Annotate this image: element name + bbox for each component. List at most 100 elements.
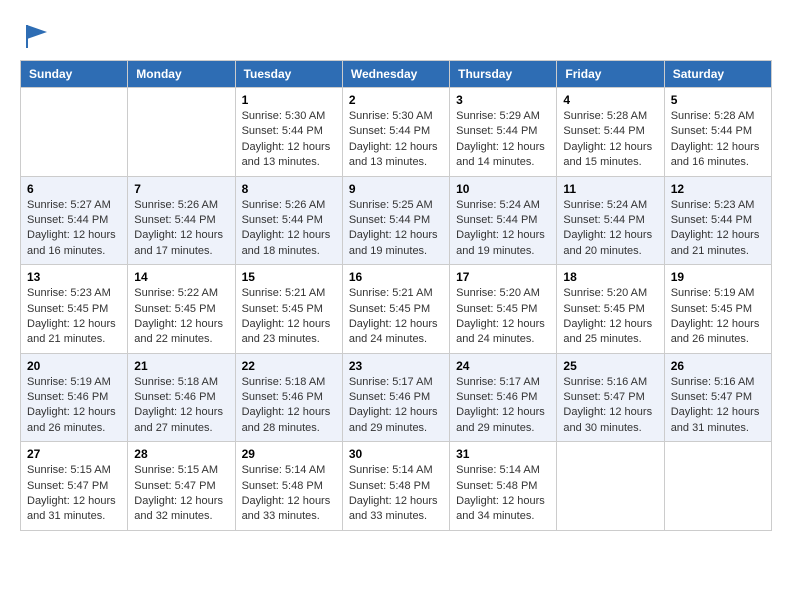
day-number: 8 bbox=[242, 182, 336, 196]
day-number: 12 bbox=[671, 182, 765, 196]
calendar-cell: 7 Sunrise: 5:26 AMSunset: 5:44 PMDaylight… bbox=[128, 176, 235, 265]
calendar-cell: 6 Sunrise: 5:27 AMSunset: 5:44 PMDaylight… bbox=[21, 176, 128, 265]
calendar-cell: 14 Sunrise: 5:22 AMSunset: 5:45 PMDayligh… bbox=[128, 265, 235, 354]
calendar-cell: 30Sunrise: 5:14 AMSunset: 5:48 PMDayligh… bbox=[342, 442, 449, 531]
day-number: 19 bbox=[671, 270, 765, 284]
page-header bbox=[20, 20, 772, 50]
day-number: 27 bbox=[27, 447, 121, 461]
day-number: 29 bbox=[242, 447, 336, 461]
calendar-cell: 28Sunrise: 5:15 AMSunset: 5:47 PMDayligh… bbox=[128, 442, 235, 531]
day-info: Sunrise: 5:25 AMSunset: 5:44 PMDaylight:… bbox=[349, 198, 443, 260]
day-number: 22 bbox=[242, 359, 336, 373]
day-number: 21 bbox=[134, 359, 228, 373]
day-info: Sunrise: 5:21 AMSunset: 5:45 PMDaylight:… bbox=[349, 286, 443, 348]
day-info: Sunrise: 5:17 AMSunset: 5:46 PMDaylight:… bbox=[349, 375, 443, 437]
day-number: 13 bbox=[27, 270, 121, 284]
logo-flag-icon bbox=[22, 20, 52, 50]
day-number: 4 bbox=[563, 93, 657, 107]
day-info: Sunrise: 5:20 AMSunset: 5:45 PMDaylight:… bbox=[563, 286, 657, 348]
day-number: 17 bbox=[456, 270, 550, 284]
calendar-cell: 11 Sunrise: 5:24 AMSunset: 5:44 PMDayligh… bbox=[557, 176, 664, 265]
day-info: Sunrise: 5:27 AMSunset: 5:44 PMDaylight:… bbox=[27, 198, 121, 260]
day-header-monday: Monday bbox=[128, 61, 235, 88]
calendar-cell: 25 Sunrise: 5:16 AMSunset: 5:47 PMDayligh… bbox=[557, 353, 664, 442]
day-number: 30 bbox=[349, 447, 443, 461]
day-header-sunday: Sunday bbox=[21, 61, 128, 88]
calendar-cell: 5Sunrise: 5:28 AMSunset: 5:44 PMDaylight… bbox=[664, 88, 771, 177]
calendar-cell bbox=[557, 442, 664, 531]
calendar-cell: 22 Sunrise: 5:18 AMSunset: 5:46 PMDayligh… bbox=[235, 353, 342, 442]
day-number: 10 bbox=[456, 182, 550, 196]
day-number: 7 bbox=[134, 182, 228, 196]
calendar-cell: 8 Sunrise: 5:26 AMSunset: 5:44 PMDaylight… bbox=[235, 176, 342, 265]
day-number: 31 bbox=[456, 447, 550, 461]
day-info: Sunrise: 5:24 AMSunset: 5:44 PMDaylight:… bbox=[456, 198, 550, 260]
day-info: Sunrise: 5:28 AMSunset: 5:44 PMDaylight:… bbox=[563, 109, 657, 171]
day-number: 6 bbox=[27, 182, 121, 196]
calendar-week-row: 1 Sunrise: 5:30 AMSunset: 5:44 PMDaylight… bbox=[21, 88, 772, 177]
day-number: 3 bbox=[456, 93, 550, 107]
calendar-cell: 31 Sunrise: 5:14 AMSunset: 5:48 PMDayligh… bbox=[450, 442, 557, 531]
day-info: Sunrise: 5:26 AMSunset: 5:44 PMDaylight:… bbox=[242, 198, 336, 260]
logo bbox=[20, 20, 52, 50]
day-number: 9 bbox=[349, 182, 443, 196]
calendar-cell: 15Sunrise: 5:21 AMSunset: 5:45 PMDayligh… bbox=[235, 265, 342, 354]
day-number: 5 bbox=[671, 93, 765, 107]
day-info: Sunrise: 5:14 AMSunset: 5:48 PMDaylight:… bbox=[242, 463, 336, 525]
day-info: Sunrise: 5:14 AMSunset: 5:48 PMDaylight:… bbox=[456, 463, 550, 525]
calendar-cell: 9 Sunrise: 5:25 AMSunset: 5:44 PMDaylight… bbox=[342, 176, 449, 265]
day-info: Sunrise: 5:18 AMSunset: 5:46 PMDaylight:… bbox=[134, 375, 228, 437]
calendar-week-row: 27 Sunrise: 5:15 AMSunset: 5:47 PMDayligh… bbox=[21, 442, 772, 531]
day-header-saturday: Saturday bbox=[664, 61, 771, 88]
day-number: 23 bbox=[349, 359, 443, 373]
calendar-cell: 18 Sunrise: 5:20 AMSunset: 5:45 PMDayligh… bbox=[557, 265, 664, 354]
calendar-cell: 26Sunrise: 5:16 AMSunset: 5:47 PMDayligh… bbox=[664, 353, 771, 442]
day-number: 24 bbox=[456, 359, 550, 373]
day-info: Sunrise: 5:30 AMSunset: 5:44 PMDaylight:… bbox=[242, 109, 336, 171]
day-number: 2 bbox=[349, 93, 443, 107]
day-header-wednesday: Wednesday bbox=[342, 61, 449, 88]
day-number: 18 bbox=[563, 270, 657, 284]
day-info: Sunrise: 5:15 AMSunset: 5:47 PMDaylight:… bbox=[134, 463, 228, 525]
day-number: 16 bbox=[349, 270, 443, 284]
day-number: 25 bbox=[563, 359, 657, 373]
day-number: 1 bbox=[242, 93, 336, 107]
calendar-cell: 12Sunrise: 5:23 AMSunset: 5:44 PMDayligh… bbox=[664, 176, 771, 265]
day-header-friday: Friday bbox=[557, 61, 664, 88]
day-info: Sunrise: 5:16 AMSunset: 5:47 PMDaylight:… bbox=[671, 375, 765, 437]
day-info: Sunrise: 5:17 AMSunset: 5:46 PMDaylight:… bbox=[456, 375, 550, 437]
day-number: 14 bbox=[134, 270, 228, 284]
day-info: Sunrise: 5:16 AMSunset: 5:47 PMDaylight:… bbox=[563, 375, 657, 437]
calendar-cell: 1 Sunrise: 5:30 AMSunset: 5:44 PMDaylight… bbox=[235, 88, 342, 177]
day-info: Sunrise: 5:24 AMSunset: 5:44 PMDaylight:… bbox=[563, 198, 657, 260]
calendar-cell bbox=[128, 88, 235, 177]
day-info: Sunrise: 5:20 AMSunset: 5:45 PMDaylight:… bbox=[456, 286, 550, 348]
calendar-cell: 17 Sunrise: 5:20 AMSunset: 5:45 PMDayligh… bbox=[450, 265, 557, 354]
calendar-cell: 19 Sunrise: 5:19 AMSunset: 5:45 PMDayligh… bbox=[664, 265, 771, 354]
calendar-week-row: 13Sunrise: 5:23 AMSunset: 5:45 PMDayligh… bbox=[21, 265, 772, 354]
calendar-cell: 21 Sunrise: 5:18 AMSunset: 5:46 PMDayligh… bbox=[128, 353, 235, 442]
day-info: Sunrise: 5:19 AMSunset: 5:46 PMDaylight:… bbox=[27, 375, 121, 437]
calendar-cell: 3 Sunrise: 5:29 AMSunset: 5:44 PMDaylight… bbox=[450, 88, 557, 177]
day-number: 15 bbox=[242, 270, 336, 284]
day-info: Sunrise: 5:26 AMSunset: 5:44 PMDaylight:… bbox=[134, 198, 228, 260]
calendar-cell: 2 Sunrise: 5:30 AMSunset: 5:44 PMDaylight… bbox=[342, 88, 449, 177]
calendar-cell: 16 Sunrise: 5:21 AMSunset: 5:45 PMDayligh… bbox=[342, 265, 449, 354]
day-info: Sunrise: 5:18 AMSunset: 5:46 PMDaylight:… bbox=[242, 375, 336, 437]
calendar-cell: 10 Sunrise: 5:24 AMSunset: 5:44 PMDayligh… bbox=[450, 176, 557, 265]
calendar-cell bbox=[664, 442, 771, 531]
calendar-week-row: 20 Sunrise: 5:19 AMSunset: 5:46 PMDayligh… bbox=[21, 353, 772, 442]
day-info: Sunrise: 5:29 AMSunset: 5:44 PMDaylight:… bbox=[456, 109, 550, 171]
calendar-cell: 24 Sunrise: 5:17 AMSunset: 5:46 PMDayligh… bbox=[450, 353, 557, 442]
calendar-header-row: SundayMondayTuesdayWednesdayThursdayFrid… bbox=[21, 61, 772, 88]
calendar-cell bbox=[21, 88, 128, 177]
calendar-cell: 29 Sunrise: 5:14 AMSunset: 5:48 PMDayligh… bbox=[235, 442, 342, 531]
day-info: Sunrise: 5:22 AMSunset: 5:45 PMDaylight:… bbox=[134, 286, 228, 348]
day-info: Sunrise: 5:19 AMSunset: 5:45 PMDaylight:… bbox=[671, 286, 765, 348]
calendar-table: SundayMondayTuesdayWednesdayThursdayFrid… bbox=[20, 60, 772, 531]
calendar-cell: 27Sunrise: 5:15 AMSunset: 5:47 PMDayligh… bbox=[21, 442, 128, 531]
day-number: 20 bbox=[27, 359, 121, 373]
day-number: 11 bbox=[563, 182, 657, 196]
day-info: Sunrise: 5:30 AMSunset: 5:44 PMDaylight:… bbox=[349, 109, 443, 171]
calendar-cell: 23 Sunrise: 5:17 AMSunset: 5:46 PMDayligh… bbox=[342, 353, 449, 442]
